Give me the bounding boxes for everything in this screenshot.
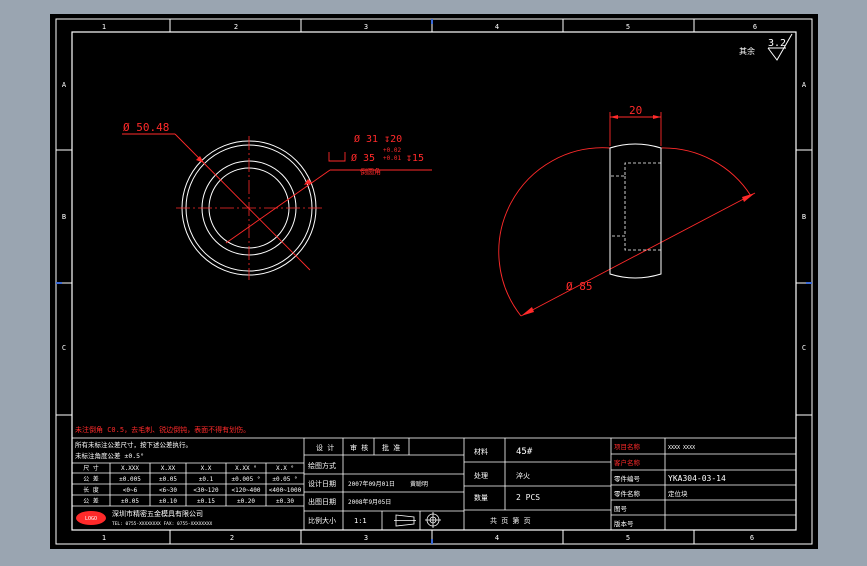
signoff-method-label: 绘图方式 bbox=[308, 461, 336, 470]
roughness-label: 其余 bbox=[739, 46, 755, 56]
zone-right-c: C bbox=[802, 344, 806, 352]
tol-intro-1: 所有未标注公差尺寸，按下述公差执行。 bbox=[75, 440, 192, 449]
outer-dia-label: Ø 50.48 bbox=[123, 121, 169, 134]
zone-top-5: 5 bbox=[626, 23, 630, 31]
treatment-label: 处理 bbox=[474, 471, 488, 480]
zone-bottom-5: 5 bbox=[626, 534, 630, 542]
tol-r0-c2: ±0.05 bbox=[159, 476, 177, 483]
company-contact: TEL: 0755-XXXXXXXX FAX: 0755-XXXXXXXX bbox=[112, 521, 213, 527]
treatment-value: 淬火 bbox=[516, 471, 530, 480]
cad-viewport[interactable]: 1 2 3 4 5 6 1 2 3 4 5 6 A B C A B C 其余 3… bbox=[0, 0, 867, 562]
zone-bottom-3: 3 bbox=[364, 534, 368, 542]
roughness-value: 3.2 bbox=[768, 38, 786, 49]
tol-r2-c3: ±0.15 bbox=[197, 498, 215, 505]
signoff-approve: 批 准 bbox=[382, 443, 400, 452]
signoff-design-date: 2007年09月01日 bbox=[348, 480, 395, 488]
tol-r0-c4: ±0.005 ° bbox=[232, 476, 261, 483]
zone-top-2: 2 bbox=[234, 23, 238, 31]
zone-top-6: 6 bbox=[753, 23, 757, 31]
tol-r2-c5: ±0.30 bbox=[276, 498, 294, 505]
qty-label: 数量 bbox=[474, 493, 488, 502]
tol-r1-c1: <0~6 bbox=[123, 487, 138, 494]
zone-left-b: B bbox=[62, 213, 66, 221]
tol-r1-c5: <400~1000 bbox=[269, 487, 302, 494]
tol-r1-c2: <6~30 bbox=[159, 487, 177, 494]
bore-dim-line2: Ø 35 bbox=[351, 152, 375, 164]
revision-label: 版本号 bbox=[614, 519, 634, 528]
signoff-issue-date-label: 出图日期 bbox=[308, 497, 336, 506]
zone-bottom-6: 6 bbox=[750, 534, 754, 542]
zone-top-1: 1 bbox=[102, 23, 106, 31]
qty-value: 2 PCS bbox=[516, 493, 540, 502]
tol-r2-c0: 公 差 bbox=[83, 497, 99, 505]
svg-text:LOGO: LOGO bbox=[85, 516, 97, 522]
zone-top-3: 3 bbox=[364, 23, 368, 31]
material-value: 45# bbox=[516, 447, 533, 457]
zone-bottom-2: 2 bbox=[230, 534, 234, 542]
tol-r1-c0: 长 度 bbox=[83, 486, 99, 494]
bore-depth: ↧15 bbox=[406, 153, 424, 164]
bore-tol-lower: +0.01 bbox=[383, 155, 401, 162]
tol-header-0: 尺 寸 bbox=[83, 464, 99, 472]
tol-header-2: X.XX bbox=[161, 465, 176, 472]
signoff-scale-value: 1:1 bbox=[354, 517, 367, 525]
zone-left-c: C bbox=[62, 344, 66, 352]
signoff-designer: 黄聪明 bbox=[410, 480, 428, 488]
tech-note: 未注倒角 C0.5，去毛刺、锐边倒钝，表面不得有划伤。 bbox=[75, 425, 250, 434]
signoff-scale-label: 比例大小 bbox=[308, 516, 336, 525]
drawing-label: 图号 bbox=[614, 505, 628, 513]
tol-r2-c2: ±0.10 bbox=[159, 498, 177, 505]
company-logo: LOGO bbox=[76, 511, 106, 525]
tol-r2-c4: ±0.20 bbox=[237, 498, 255, 505]
signoff-design-date-label: 设计日期 bbox=[308, 479, 336, 488]
project-value: XXXX XXXX bbox=[668, 445, 695, 451]
zone-bottom-1: 1 bbox=[102, 534, 106, 542]
customer-label: 客户名称 bbox=[614, 458, 641, 467]
material-label: 材料 bbox=[474, 447, 488, 456]
tol-header-3: X.X bbox=[201, 465, 212, 472]
tol-intro-2: 未标注角度公差 ±0.5° bbox=[75, 451, 144, 460]
tol-header-1: X.XXX bbox=[121, 465, 139, 472]
tol-r0-c5: ±0.05 ° bbox=[272, 476, 297, 483]
signoff-design: 设 计 bbox=[316, 443, 334, 452]
tol-r0-c1: ±0.005 bbox=[119, 476, 141, 483]
signoff-issue-date: 2008年9月05日 bbox=[348, 498, 391, 506]
zone-top-4: 4 bbox=[495, 23, 499, 31]
sphere-dia-label: Ø 85 bbox=[566, 280, 593, 293]
part-no-value: YKA304-03-14 bbox=[668, 474, 726, 483]
tol-header-5: X.X ° bbox=[276, 465, 294, 472]
drawing-canvas[interactable]: 1 2 3 4 5 6 1 2 3 4 5 6 A B C A B C 其余 3… bbox=[0, 0, 867, 562]
bore-tol-upper: +0.02 bbox=[383, 147, 401, 154]
signoff-review: 审 核 bbox=[350, 443, 368, 452]
page-label: 共 页 第 页 bbox=[490, 516, 531, 525]
part-name-label: 零件名称 bbox=[614, 489, 641, 498]
part-name-value: 定位块 bbox=[668, 489, 688, 498]
width-label: 20 bbox=[629, 104, 642, 117]
tol-header-4: X.XX ° bbox=[235, 465, 257, 472]
tol-r1-c4: <120~400 bbox=[232, 487, 261, 494]
company-name: 深圳市精密五金模具有限公司 bbox=[112, 509, 203, 518]
project-label: 项目名称 bbox=[614, 442, 641, 451]
zone-right-b: B bbox=[802, 213, 806, 221]
tol-r1-c3: <30~120 bbox=[193, 487, 219, 494]
part-no-label: 零件编号 bbox=[614, 474, 641, 483]
tol-r0-c0: 公 差 bbox=[83, 475, 99, 483]
bore-dim-line1: Ø 31 ↧20 bbox=[354, 133, 402, 145]
bore-note: 倒圆角 bbox=[360, 167, 381, 176]
tol-r0-c3: ±0.1 bbox=[199, 476, 214, 483]
zone-bottom-4: 4 bbox=[495, 534, 499, 542]
tol-r2-c1: ±0.05 bbox=[121, 498, 139, 505]
